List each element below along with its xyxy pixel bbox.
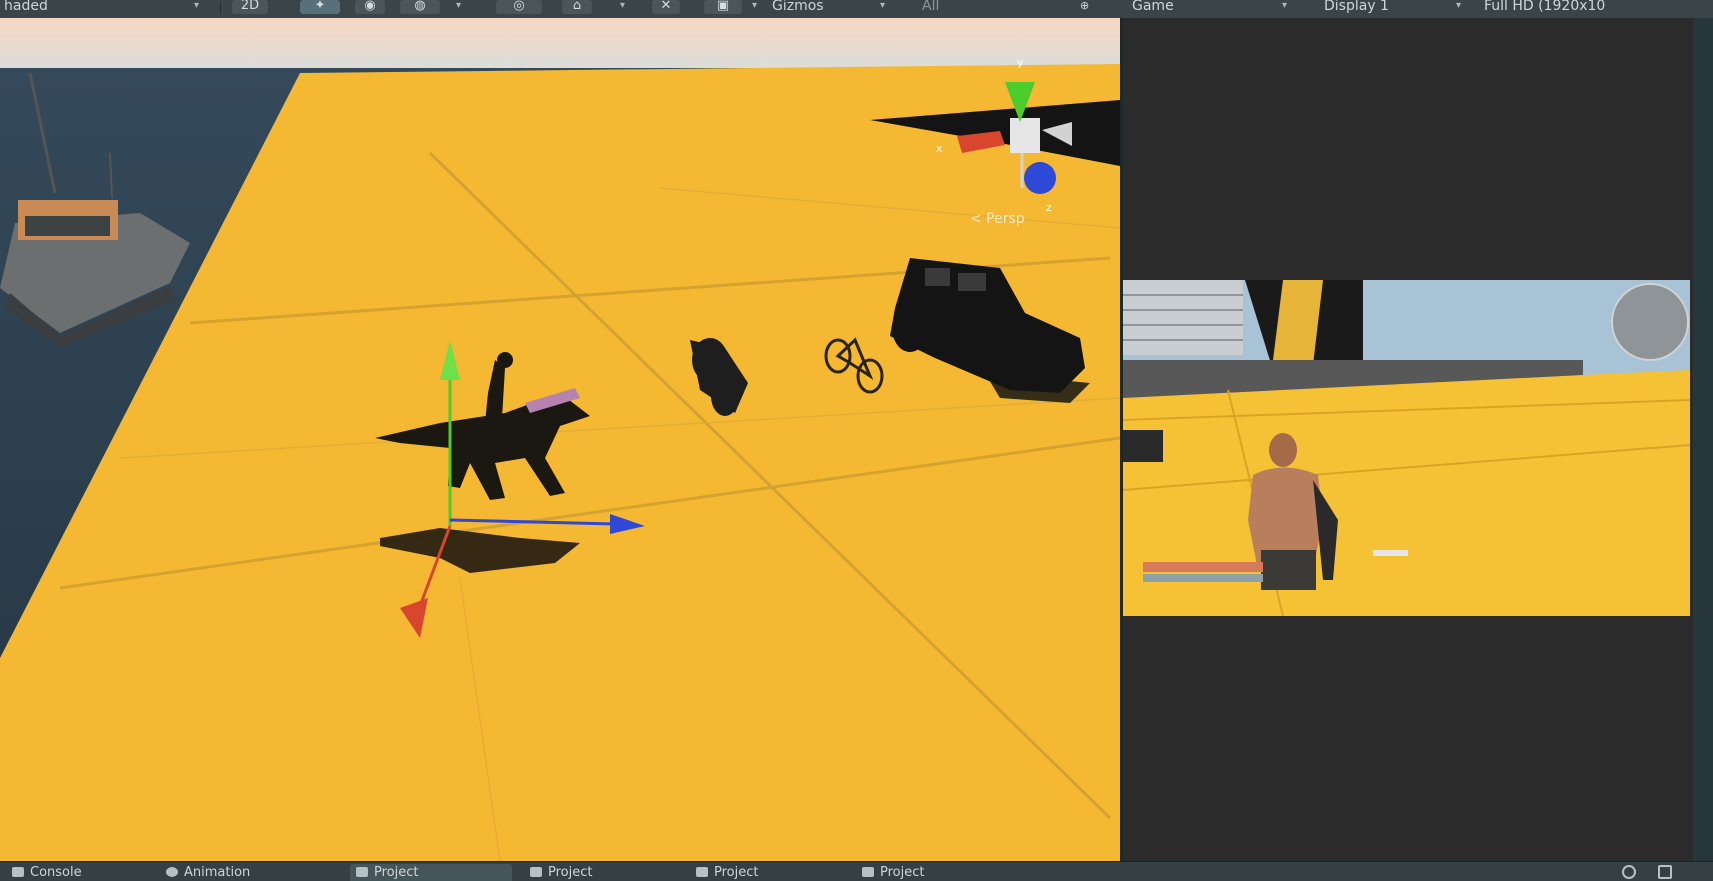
scene-toolbar: haded ▾ 2D ✦ ◉ ◍ ▾ ◎ ⌂ ▾ ✕ ▣ ▾ Gizmos ▾ … [0, 0, 1713, 19]
persp-label[interactable]: < Persp [970, 211, 1025, 227]
scene-visibility-button[interactable]: ◎ [496, 0, 542, 14]
chevron-down-icon[interactable]: ▾ [1456, 0, 1461, 11]
camera-button[interactable]: ▣ [704, 0, 742, 14]
toolbar-divider [220, 2, 221, 14]
tab-label: Animation [184, 865, 251, 880]
tab-label: Project [880, 865, 925, 880]
tab-label: Console [30, 865, 82, 880]
svg-text:x: x [936, 142, 943, 155]
tab-game[interactable]: Game [1132, 0, 1202, 18]
bottom-tab-bar: Console Animation Project Project Projec… [0, 861, 1713, 881]
sky [0, 18, 1120, 73]
chevron-down-icon[interactable]: ▾ [752, 0, 757, 11]
scene-viewport[interactable]: y x z [0, 18, 1120, 861]
chevron-down-icon[interactable]: ▾ [456, 0, 461, 11]
folder-icon [862, 867, 874, 877]
tab-label: Project [714, 865, 759, 880]
right-panel-scrollbar[interactable] [1693, 18, 1713, 861]
chevron-down-icon[interactable]: ▾ [880, 0, 885, 11]
chevron-down-icon[interactable]: ▾ [620, 0, 625, 11]
game-building [1123, 280, 1243, 355]
stamina-bar [1143, 574, 1263, 582]
game-viewport[interactable] [1123, 280, 1690, 616]
camera-settings-button[interactable]: ⌂ [562, 0, 592, 14]
tab-label: Project [548, 865, 593, 880]
shading-mode-dropdown[interactable]: haded [4, 0, 64, 18]
2d-toggle-button[interactable]: 2D [232, 0, 268, 14]
lighting-toggle-button[interactable]: ✦ [300, 0, 340, 14]
effects-toggle-button[interactable]: ◍ [400, 0, 440, 14]
resolution-dropdown[interactable]: Full HD (1920x10 [1484, 0, 1690, 18]
tab-label: Project [374, 865, 419, 880]
search-icon: ⊕ [1080, 0, 1090, 12]
tools-button[interactable]: ✕ [652, 0, 680, 14]
game-view-panel [1123, 18, 1693, 861]
folder-icon [696, 867, 708, 877]
hud-indicator [1373, 550, 1408, 556]
scene-view[interactable]: y x z < Persp [0, 18, 1120, 861]
tab-project-3[interactable]: Project [690, 864, 842, 881]
chevron-down-icon[interactable]: ▾ [1282, 0, 1287, 11]
folder-icon [356, 867, 368, 877]
folder-icon [530, 867, 542, 877]
tab-project-4[interactable]: Project [856, 864, 1008, 881]
settings-icon[interactable] [1622, 865, 1636, 879]
tab-project-1[interactable]: Project [350, 864, 512, 881]
tab-console[interactable]: Console [6, 864, 138, 881]
chevron-down-icon[interactable]: ▾ [194, 0, 199, 11]
gizmos-dropdown[interactable]: Gizmos [772, 0, 862, 18]
audio-toggle-button[interactable]: ◉ [355, 0, 385, 14]
health-bar [1143, 562, 1263, 572]
tab-project-2[interactable]: Project [524, 864, 676, 881]
game-view[interactable] [1123, 280, 1690, 616]
svg-text:z: z [1046, 201, 1052, 214]
display-dropdown[interactable]: Display 1 [1324, 0, 1424, 18]
scene-search-input[interactable]: All [922, 0, 992, 18]
svg-text:y: y [1017, 56, 1024, 69]
game-object-dark [1123, 430, 1163, 462]
tab-animation[interactable]: Animation [160, 864, 322, 881]
menu-icon[interactable] [1658, 865, 1672, 879]
clock-icon [166, 867, 178, 877]
console-icon [12, 867, 24, 877]
minimap-icon[interactable] [1611, 283, 1689, 361]
